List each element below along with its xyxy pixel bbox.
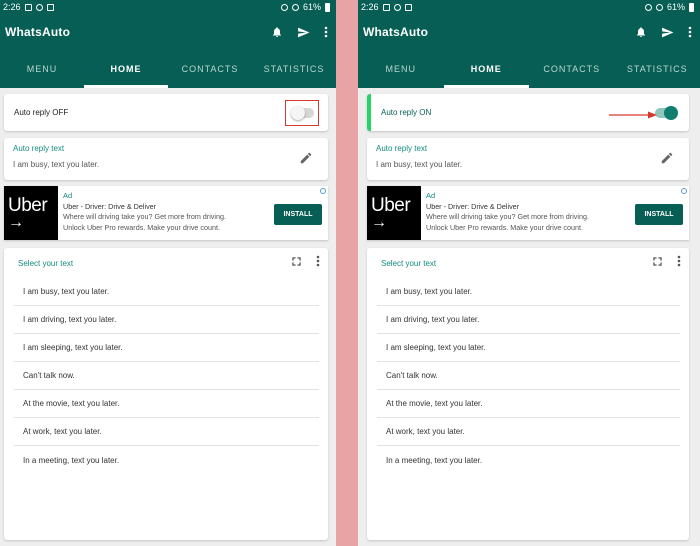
- mute-icon: [644, 3, 652, 11]
- toggle-knob: [664, 105, 678, 120]
- more-vert-icon[interactable]: [316, 254, 320, 272]
- app-bar: WhatsAuto: [0, 14, 336, 50]
- select-text-label: Select your text: [18, 258, 74, 268]
- uber-logo-arrow: →: [8, 213, 24, 231]
- ad-banner[interactable]: Uber → Ad Uber - Driver: Drive & Deliver…: [4, 186, 328, 240]
- notification-icon: [382, 3, 390, 11]
- tab-contacts[interactable]: CONTACTS: [168, 50, 252, 88]
- select-text-label: Select your text: [381, 258, 437, 268]
- annotation-arrow-icon: [609, 111, 657, 119]
- list-item[interactable]: Can't talk now.: [14, 362, 319, 390]
- fullscreen-icon[interactable]: [291, 254, 302, 272]
- list-item[interactable]: I am busy, text you later.: [377, 278, 680, 306]
- install-button[interactable]: INSTALL: [635, 204, 683, 225]
- tab-menu[interactable]: MENU: [358, 50, 444, 88]
- wifi-icon: [291, 3, 299, 11]
- notification-icon: [24, 3, 32, 11]
- notification-icon: [46, 3, 54, 11]
- tab-home[interactable]: HOME: [443, 50, 530, 88]
- pencil-icon[interactable]: [299, 151, 313, 170]
- ad-banner[interactable]: Uber → Ad Uber - Driver: Drive & Deliver…: [367, 186, 689, 240]
- phone-screenshot-on: 2:26 61% WhatsAuto MENU HOME CONTACTS ST…: [358, 0, 700, 546]
- auto-reply-text-value: I am busy, text you later.: [376, 160, 463, 169]
- list-item[interactable]: In a meeting, text you later.: [377, 446, 680, 474]
- tab-statistics[interactable]: STATISTICS: [615, 50, 700, 88]
- list-item[interactable]: Can't talk now.: [377, 362, 680, 390]
- select-text-card: Select your text I am busy, text you lat…: [367, 248, 689, 540]
- tab-contacts[interactable]: CONTACTS: [529, 50, 615, 88]
- tab-statistics[interactable]: STATISTICS: [252, 50, 336, 88]
- list-item[interactable]: I am busy, text you later.: [14, 278, 319, 306]
- battery-icon: [325, 2, 330, 12]
- list-item[interactable]: At the movie, text you later.: [14, 390, 319, 418]
- status-time: 2:26: [361, 2, 379, 12]
- annotation-highlight-box: [285, 100, 319, 126]
- adchoices-icon[interactable]: [320, 188, 326, 194]
- auto-reply-toggle[interactable]: [655, 105, 678, 120]
- auto-reply-card: Auto reply OFF: [4, 94, 328, 131]
- bell-icon[interactable]: [271, 26, 283, 38]
- list-item[interactable]: At the movie, text you later.: [377, 390, 680, 418]
- tab-home[interactable]: HOME: [84, 50, 168, 88]
- adchoices-icon[interactable]: [681, 188, 687, 194]
- list-item[interactable]: I am driving, text you later.: [377, 306, 680, 334]
- more-vert-icon[interactable]: [688, 26, 692, 38]
- select-text-card: Select your text I am busy, text you lat…: [4, 248, 328, 540]
- fullscreen-icon[interactable]: [652, 254, 663, 272]
- list-item[interactable]: I am sleeping, text you later.: [14, 334, 319, 362]
- uber-logo: Uber →: [4, 186, 58, 240]
- bell-icon[interactable]: [635, 26, 647, 38]
- auto-reply-text-card[interactable]: Auto reply text I am busy, text you late…: [4, 138, 328, 180]
- send-icon[interactable]: [661, 26, 674, 39]
- status-bar: 2:26 61%: [0, 0, 336, 14]
- uber-logo-text: Uber: [8, 194, 48, 216]
- more-vert-icon[interactable]: [324, 26, 328, 38]
- battery-percent: 61%: [666, 2, 685, 12]
- battery-icon: [689, 2, 694, 12]
- uber-logo: Uber →: [367, 186, 421, 240]
- ad-tag: Ad: [426, 191, 436, 200]
- battery-percent: 61%: [302, 2, 321, 12]
- uber-logo-text: Uber: [371, 194, 411, 216]
- tab-bar: MENU HOME CONTACTS STATISTICS: [0, 50, 336, 88]
- list-item[interactable]: In a meeting, text you later.: [14, 446, 319, 474]
- pencil-icon[interactable]: [660, 151, 674, 170]
- install-button[interactable]: INSTALL: [274, 204, 322, 225]
- auto-reply-label: Auto reply OFF: [14, 108, 69, 117]
- status-bar: 2:26 61%: [358, 0, 700, 14]
- list-item[interactable]: I am sleeping, text you later.: [377, 334, 680, 362]
- tab-bar: MENU HOME CONTACTS STATISTICS: [358, 50, 700, 88]
- wifi-icon: [655, 3, 663, 11]
- auto-reply-text-label: Auto reply text: [13, 144, 65, 153]
- more-vert-icon[interactable]: [677, 254, 681, 272]
- notification-icon: [404, 3, 412, 11]
- auto-reply-label: Auto reply ON: [381, 108, 432, 117]
- send-icon[interactable]: [297, 26, 310, 39]
- list-item[interactable]: At work, text you later.: [377, 418, 680, 446]
- tab-menu[interactable]: MENU: [0, 50, 84, 88]
- app-title: WhatsAuto: [5, 25, 71, 39]
- app-bar: WhatsAuto: [358, 14, 700, 50]
- auto-reply-text-card[interactable]: Auto reply text I am busy, text you late…: [367, 138, 689, 180]
- list-item[interactable]: At work, text you later.: [14, 418, 319, 446]
- notification-icon: [35, 3, 43, 11]
- list-item[interactable]: I am driving, text you later.: [14, 306, 319, 334]
- phone-screenshot-off: 2:26 61% WhatsAuto MENU HOME CONTACTS ST…: [0, 0, 336, 546]
- uber-logo-arrow: →: [371, 213, 387, 231]
- auto-reply-text-value: I am busy, text you later.: [13, 160, 100, 169]
- ad-tag: Ad: [63, 191, 73, 200]
- app-title: WhatsAuto: [363, 25, 429, 39]
- notification-icon: [393, 3, 401, 11]
- mute-icon: [280, 3, 288, 11]
- status-time: 2:26: [3, 2, 21, 12]
- auto-reply-text-label: Auto reply text: [376, 144, 428, 153]
